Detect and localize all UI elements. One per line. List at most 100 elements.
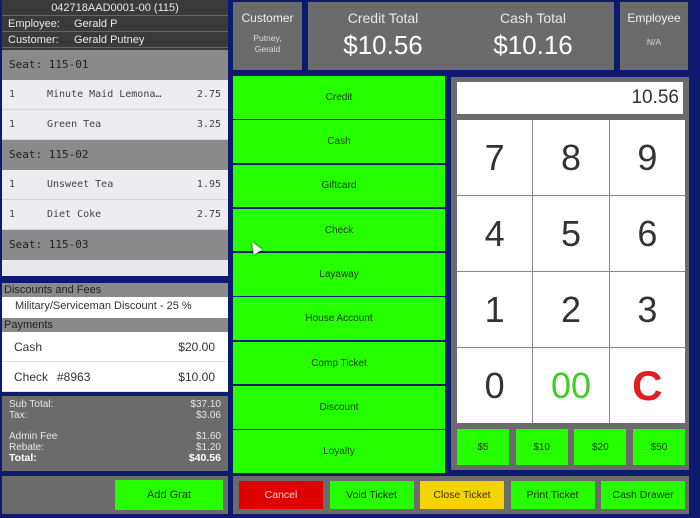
method-discount-button[interactable]: Discount [233, 386, 445, 429]
ticket-id: 042718AAD0001-00 (115) [2, 0, 228, 16]
order-item[interactable]: 1 Minute Maid Lemona… 2.75 [2, 80, 228, 110]
item-qty: 1 [9, 179, 16, 190]
cancel-button[interactable]: Cancel [239, 481, 323, 509]
method-loyalty-button[interactable]: Loyalty [233, 430, 445, 473]
customer-name-line2: Gerald [254, 44, 281, 54]
order-item[interactable]: 1 Unsweet Tea 1.95 [2, 170, 228, 200]
employee-info-button[interactable]: Employee N/A [620, 2, 688, 70]
cash-total-label: Cash Total [500, 10, 566, 26]
admin-fee-label: Admin Fee [9, 431, 58, 442]
credit-total: Credit Total $10.56 [308, 2, 458, 61]
print-ticket-button[interactable]: Print Ticket [510, 481, 595, 509]
discounts-payments-section: Discounts and Fees Military/Serviceman D… [2, 283, 228, 392]
customer-value: Gerald Putney [74, 34, 145, 46]
total-value: $40.56 [188, 452, 221, 464]
seat-header[interactable]: Seat: 115-03 [2, 230, 228, 260]
item-name: Diet Coke [47, 209, 102, 220]
method-check-button[interactable]: Check [233, 208, 445, 252]
item-qty: 1 [9, 209, 16, 220]
payment-methods: Credit Cash Giftcard Check Layaway House… [233, 76, 445, 475]
subtotal-row: Sub Total: $37.10 [9, 399, 221, 410]
admin-fee-row: Admin Fee $1.60 [9, 431, 221, 442]
discounts-heading: Discounts and Fees [2, 283, 228, 297]
numeric-keypad: 7 8 9 4 5 6 1 2 3 0 00 C [457, 120, 685, 423]
key-clear[interactable]: C [609, 348, 685, 423]
subtotal-value: $37.10 [190, 399, 221, 410]
item-qty: 1 [9, 89, 16, 100]
order-item[interactable]: 1 Green Tea 3.25 [2, 110, 228, 140]
quick-cash-10-button[interactable]: $10 [515, 429, 568, 465]
key-1[interactable]: 1 [457, 272, 533, 347]
order-item-list[interactable]: Seat: 115-01 1 Minute Maid Lemona… 2.75 … [2, 50, 228, 276]
subtotal-label: Sub Total: [9, 399, 54, 410]
quick-cash-buttons: $5 $10 $20 $50 [457, 429, 685, 465]
method-cash-button[interactable]: Cash [233, 120, 445, 163]
quick-cash-20-button[interactable]: $20 [574, 429, 627, 465]
credit-total-label: Credit Total [347, 10, 419, 26]
amount-input[interactable] [457, 82, 683, 114]
item-name: Minute Maid Lemona… [47, 89, 162, 100]
payments-heading: Payments [2, 318, 228, 332]
discount-item[interactable]: Military/Serviceman Discount - 25 % [2, 297, 228, 318]
customer-info-button[interactable]: Customer Putney, Gerald [233, 2, 302, 70]
cash-total-value: $10.16 [493, 30, 573, 60]
ticket-employee-row: Employee: Gerald P [2, 16, 228, 32]
item-price: 2.75 [196, 209, 221, 220]
tax-row: Tax: $3.06 [9, 410, 221, 421]
payment-item[interactable]: Cash $20.00 [2, 332, 228, 362]
seat-header[interactable]: Seat: 115-02 [2, 140, 228, 170]
customer-name-line1: Putney, [253, 33, 282, 43]
item-price: 3.25 [196, 119, 221, 130]
gratuity-bar: Add Grat [2, 476, 228, 514]
item-price: 1.95 [196, 179, 221, 190]
item-price: 2.75 [196, 89, 221, 100]
employee-label: Employee: [8, 18, 60, 30]
key-6[interactable]: 6 [609, 196, 685, 271]
totals-summary: Sub Total: $37.10 Tax: $3.06 Admin Fee $1.6… [2, 396, 228, 471]
method-credit-button[interactable]: Credit [233, 76, 445, 119]
void-ticket-button[interactable]: Void Ticket [329, 481, 414, 509]
payment-amount: $10.00 [178, 370, 215, 384]
payment-amount: $20.00 [178, 340, 215, 354]
key-8[interactable]: 8 [533, 120, 609, 195]
quick-cash-5-button[interactable]: $5 [457, 429, 509, 465]
action-bar: Cancel Void Ticket Close Ticket Print Ti… [233, 476, 689, 514]
key-double-zero[interactable]: 00 [533, 348, 609, 423]
key-9[interactable]: 9 [609, 120, 685, 195]
seat-header[interactable]: Seat: 115-01 [2, 50, 228, 80]
admin-fee-value: $1.60 [195, 431, 221, 442]
method-giftcard-button[interactable]: Giftcard [233, 164, 445, 208]
key-5[interactable]: 5 [533, 196, 609, 271]
item-name: Green Tea [47, 119, 102, 130]
key-0[interactable]: 0 [457, 348, 533, 423]
add-grat-button[interactable]: Add Grat [115, 480, 223, 510]
payment-ref: #8963 [57, 370, 91, 384]
quick-cash-50-button[interactable]: $50 [632, 429, 685, 465]
method-comp-ticket-button[interactable]: Comp Ticket [233, 341, 445, 385]
method-layaway-button[interactable]: Layaway [233, 253, 445, 296]
ticket-customer-row: Customer: Gerald Putney [2, 32, 228, 48]
credit-total-value: $10.56 [343, 30, 423, 60]
key-3[interactable]: 3 [609, 272, 685, 347]
keypad-panel: 7 8 9 4 5 6 1 2 3 0 00 C $5 $10 $20 $50 [451, 77, 689, 470]
tax-label: Tax: [9, 410, 28, 421]
ticket-header: 042718AAD0001-00 (115) Employee: Gerald P… [2, 0, 228, 50]
cash-drawer-button[interactable]: Cash Drawer [601, 481, 685, 509]
method-house-account-button[interactable]: House Account [233, 297, 445, 340]
payment-method: Cash [14, 340, 43, 354]
payment-item[interactable]: Check #8963 $10.00 [2, 362, 228, 392]
total-row: Total: $40.56 [9, 453, 221, 464]
tax-value: $3.06 [195, 410, 221, 421]
payment-method: Check [14, 370, 49, 384]
item-qty: 1 [9, 119, 16, 130]
cash-total: Cash Total $10.16 [458, 2, 608, 61]
key-2[interactable]: 2 [533, 272, 609, 347]
item-name: Unsweet Tea [47, 179, 114, 190]
close-ticket-button[interactable]: Close Ticket [420, 481, 504, 509]
payment-totals-display: Credit Total $10.56 Cash Total $10.16 [308, 2, 614, 70]
customer-label: Customer: [8, 34, 59, 46]
order-item[interactable]: 1 Diet Coke 2.75 [2, 200, 228, 230]
total-label: Total: [9, 452, 37, 464]
key-4[interactable]: 4 [457, 196, 533, 271]
key-7[interactable]: 7 [457, 120, 533, 195]
